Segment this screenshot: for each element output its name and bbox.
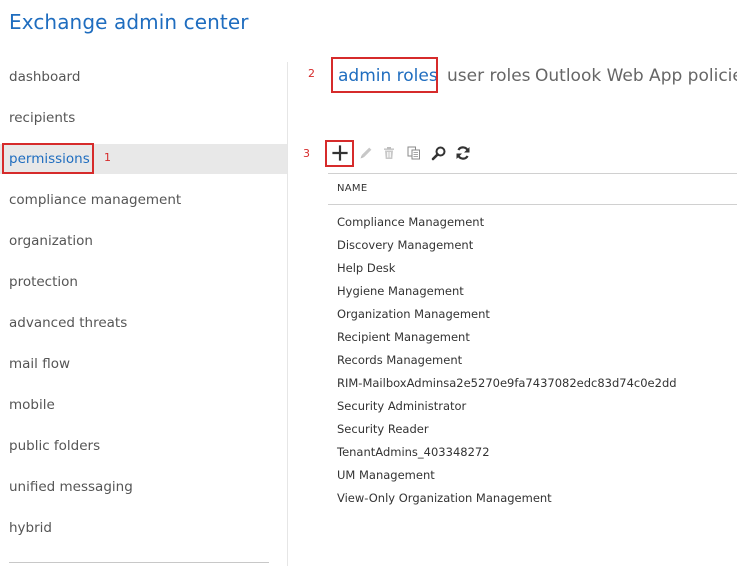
- sidebar-item-mail-flow[interactable]: mail flow: [0, 349, 287, 379]
- sidebar-item-public-folders[interactable]: public folders: [0, 431, 287, 461]
- sidebar-item-protection[interactable]: protection: [0, 267, 287, 297]
- table-row[interactable]: Discovery Management: [337, 237, 677, 260]
- column-header-name[interactable]: NAME: [337, 183, 367, 194]
- search-icon[interactable]: [430, 144, 448, 162]
- table-row[interactable]: Compliance Management: [337, 214, 677, 237]
- sidebar-item-unified-messaging[interactable]: unified messaging: [0, 472, 287, 502]
- table-top-rule: [328, 173, 737, 174]
- admin-roles-list: Compliance Management Discovery Manageme…: [337, 214, 677, 513]
- table-row[interactable]: Security Reader: [337, 421, 677, 444]
- sidebar-divider: [287, 62, 288, 566]
- sidebar-item-advanced-threats[interactable]: advanced threats: [0, 308, 287, 338]
- sidebar-bottom-rule: [9, 562, 269, 563]
- step-2-label: 2: [308, 67, 315, 80]
- table-row[interactable]: Records Management: [337, 352, 677, 375]
- step-3-label: 3: [303, 147, 310, 160]
- table-row[interactable]: UM Management: [337, 467, 677, 490]
- table-row[interactable]: View-Only Organization Management: [337, 490, 677, 513]
- sidebar-item-mobile[interactable]: mobile: [0, 390, 287, 420]
- table-row[interactable]: Help Desk: [337, 260, 677, 283]
- edit-icon[interactable]: [357, 144, 375, 162]
- tab-outlook-web-app-policies[interactable]: Outlook Web App policies: [535, 64, 737, 88]
- table-row[interactable]: Recipient Management: [337, 329, 677, 352]
- add-icon[interactable]: [331, 144, 349, 162]
- copy-icon[interactable]: [405, 144, 423, 162]
- table-header-rule: [328, 204, 737, 205]
- sidebar-item-dashboard[interactable]: dashboard: [0, 62, 287, 92]
- refresh-icon[interactable]: [454, 144, 472, 162]
- sidebar-nav: dashboard recipients permissions complia…: [0, 56, 287, 566]
- sidebar-item-hybrid[interactable]: hybrid: [0, 513, 287, 543]
- table-row[interactable]: Organization Management: [337, 306, 677, 329]
- sidebar-item-recipients[interactable]: recipients: [0, 103, 287, 133]
- sidebar-item-permissions[interactable]: permissions: [0, 144, 287, 174]
- step-1-label: 1: [104, 151, 111, 164]
- sidebar-item-compliance-management[interactable]: compliance management: [0, 185, 287, 215]
- tab-admin-roles[interactable]: admin roles: [338, 64, 438, 88]
- table-row[interactable]: TenantAdmins_403348272: [337, 444, 677, 467]
- table-row[interactable]: RIM-MailboxAdminsa2e5270e9fa7437082edc83…: [337, 375, 677, 398]
- tab-user-roles[interactable]: user roles: [447, 64, 531, 88]
- delete-icon[interactable]: [380, 144, 398, 162]
- table-row[interactable]: Security Administrator: [337, 398, 677, 421]
- sidebar-item-organization[interactable]: organization: [0, 226, 287, 256]
- app-title: Exchange admin center: [9, 10, 249, 34]
- table-row[interactable]: Hygiene Management: [337, 283, 677, 306]
